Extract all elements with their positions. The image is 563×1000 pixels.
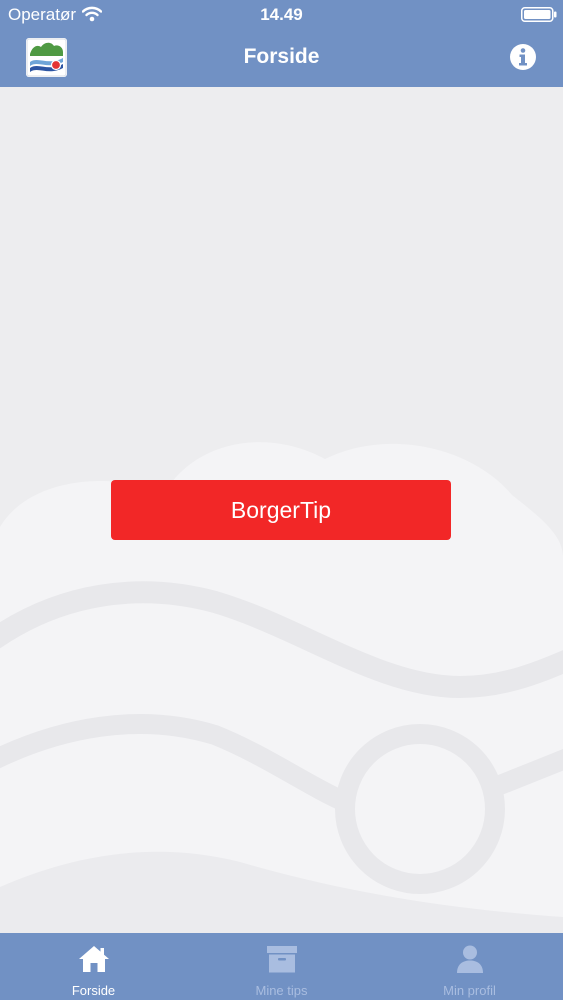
- home-icon: [78, 946, 109, 972]
- archive-box-icon: [266, 946, 297, 973]
- status-time: 14.49: [260, 5, 303, 24]
- main-content: BorgerTip: [0, 87, 563, 933]
- tab-bar: Forside Mine tips Min profil: [0, 933, 563, 1000]
- person-icon: [456, 945, 483, 973]
- tab-min-profil[interactable]: Min profil: [376, 933, 563, 1000]
- navigation-bar: Forside: [0, 28, 563, 87]
- tab-label-min-profil: Min profil: [443, 983, 496, 998]
- tab-mine-tips[interactable]: Mine tips: [188, 933, 375, 1000]
- borgertip-button[interactable]: BorgerTip: [111, 480, 451, 540]
- status-bar: Operatør 14.49: [0, 0, 563, 28]
- battery-icon: [521, 7, 557, 22]
- tab-label-forside: Forside: [71, 983, 116, 998]
- info-icon[interactable]: [509, 43, 537, 71]
- tab-label-mine-tips: Mine tips: [255, 983, 308, 998]
- tab-forside[interactable]: Forside: [0, 933, 187, 1000]
- page-title: Forside: [243, 45, 320, 68]
